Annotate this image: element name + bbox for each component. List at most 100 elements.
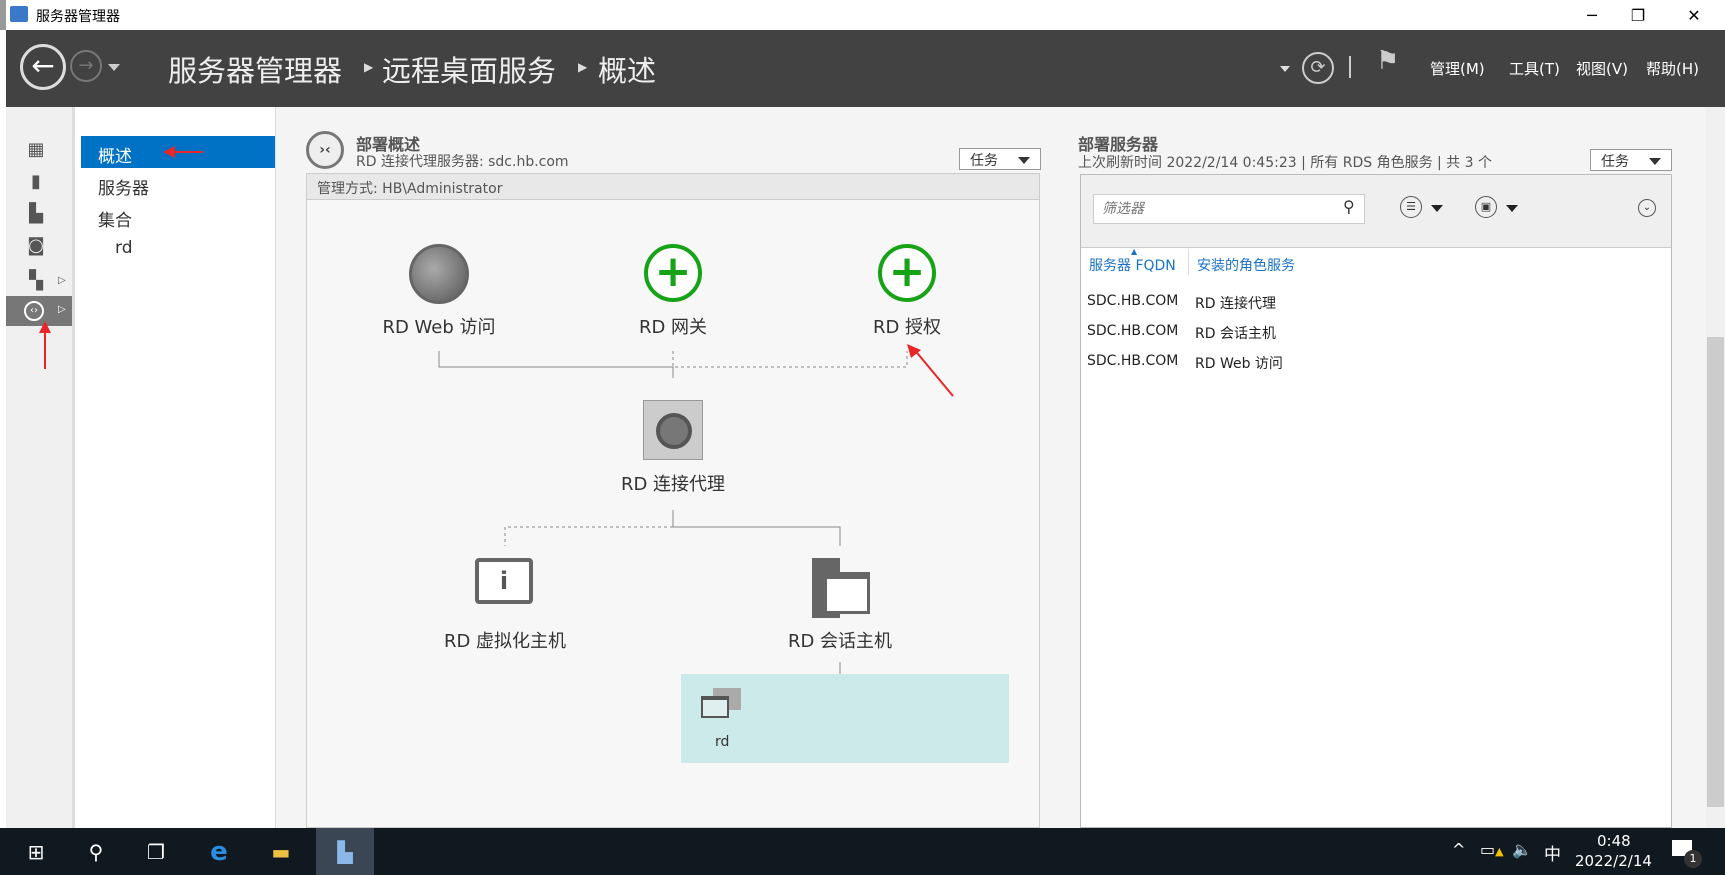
refresh-icon[interactable]: ⟳ xyxy=(1302,52,1334,84)
cell-fqdn: SDC.HB.COM xyxy=(1087,293,1179,309)
server-manager-taskbar-icon[interactable]: ▙ xyxy=(316,828,374,875)
servers-tasks-button[interactable]: 任务 xyxy=(1590,149,1672,171)
nav-label: 服务器 xyxy=(98,179,149,199)
node-rd-gateway[interactable]: RD 网关 xyxy=(573,313,773,339)
clock-time[interactable]: 0:48 xyxy=(1597,832,1631,850)
ie-icon[interactable]: e xyxy=(193,828,245,875)
window-title: 服务器管理器 xyxy=(36,9,120,25)
add-gateway-icon[interactable]: + xyxy=(644,244,702,302)
table-row[interactable]: SDC.HB.COM RD 连接代理 xyxy=(1087,293,1276,312)
tasks-label: 任务 xyxy=(970,153,998,169)
header: ← → 服务器管理器 ▶ 远程桌面服务 ▶ 概述 ⟳ ⚑ 管理(M) 工具(T)… xyxy=(6,30,1725,107)
notification-count: 1 xyxy=(1684,850,1702,868)
minimize-button[interactable]: ─ xyxy=(1569,0,1615,30)
file-explorer-icon[interactable]: ▬ xyxy=(255,828,307,875)
node-rd-session-host[interactable]: RD 会话主机 xyxy=(740,627,940,653)
title-bar: 服务器管理器 ─ ❐ ✕ xyxy=(0,0,1725,30)
close-button[interactable]: ✕ xyxy=(1671,0,1717,30)
breadcrumb-server-manager[interactable]: 服务器管理器 xyxy=(168,48,342,90)
breadcrumb-overview: 概述 xyxy=(598,54,657,88)
flag-icon[interactable]: ⚑ xyxy=(1376,46,1399,76)
cell-fqdn: SDC.HB.COM xyxy=(1087,353,1179,369)
nav-panel: 概述 服务器 集合 rd xyxy=(75,107,276,828)
expand-icon: ▷ xyxy=(58,304,66,315)
table-row[interactable]: SDC.HB.COM RD 会话主机 xyxy=(1087,323,1276,342)
nav-label: 概述 xyxy=(98,147,132,167)
scrollbar-thumb[interactable] xyxy=(1707,337,1724,807)
column-header-fqdn[interactable]: 服务器 FQDN xyxy=(1089,255,1176,275)
servers-subtitle: 上次刷新时间 2022/2/14 0:45:23 | 所有 RDS 角色服务 |… xyxy=(1078,155,1492,171)
list-view-icon[interactable]: ☰ xyxy=(1400,196,1422,218)
node-rd-licensing[interactable]: RD 授权 xyxy=(807,313,1007,339)
globe-icon[interactable] xyxy=(409,244,469,304)
menu-view[interactable]: 视图(V) xyxy=(1576,58,1628,79)
breadcrumb-separator: ▶ xyxy=(364,60,374,74)
table-row[interactable]: SDC.HB.COM RD Web 访问 xyxy=(1087,353,1283,372)
annotation-arrow xyxy=(44,329,46,369)
annotation-arrow-head xyxy=(39,321,51,333)
tray-overflow-icon[interactable]: ^ xyxy=(1452,840,1465,859)
cell-role: RD 会话主机 xyxy=(1195,326,1276,342)
all-servers-icon[interactable]: ▙ xyxy=(24,203,48,224)
annotation-arrow xyxy=(173,151,203,153)
ime-indicator[interactable]: 中 xyxy=(1544,840,1561,865)
collection-name: rd xyxy=(715,734,730,750)
dashboard-icon[interactable]: ▦ xyxy=(24,139,48,160)
expand-icon[interactable]: ▷ xyxy=(58,275,66,286)
breadcrumb-separator: ▶ xyxy=(578,60,588,74)
node-rd-broker[interactable]: RD 连接代理 xyxy=(573,470,773,496)
menu-manage[interactable]: 管理(M) xyxy=(1430,58,1485,79)
cell-role: RD 连接代理 xyxy=(1195,296,1276,312)
node-rd-virtualization[interactable]: RD 虚拟化主机 xyxy=(405,627,605,653)
local-server-icon[interactable]: ▮ xyxy=(24,171,48,192)
scrollbar[interactable] xyxy=(1706,107,1725,828)
deployment-diagram: 管理方式: HB\Administrator RD Web 访问 + RD 网关… xyxy=(306,173,1040,828)
session-host-icon[interactable] xyxy=(812,558,870,618)
connection-broker-icon[interactable] xyxy=(643,400,703,460)
column-header-roles[interactable]: 安装的角色服务 xyxy=(1197,255,1295,275)
menu-tools[interactable]: 工具(T) xyxy=(1509,58,1560,79)
taskbar: ⊞ ⚲ ❐ e ▬ ▙ ^ ▭▲ 🔈 中 0:48 2022/2/14 1 xyxy=(0,828,1725,875)
dropdown-icon[interactable] xyxy=(1280,66,1290,77)
nav-item-overview[interactable]: 概述 xyxy=(81,136,275,168)
annotation-arrow xyxy=(907,344,954,397)
history-dropdown-icon[interactable] xyxy=(108,64,120,77)
clock-date[interactable]: 2022/2/14 xyxy=(1575,852,1652,870)
forward-button[interactable]: → xyxy=(70,50,102,82)
expand-chevron-icon[interactable]: ⌄ xyxy=(1638,199,1656,217)
search-icon[interactable]: ⚲ xyxy=(70,828,122,875)
search-icon[interactable]: ⚲ xyxy=(1343,197,1355,216)
volume-icon[interactable]: 🔈 xyxy=(1512,840,1532,859)
save-query-dropdown-icon[interactable] xyxy=(1506,205,1518,218)
file-services-icon[interactable]: ◙ xyxy=(24,235,48,256)
menu-help[interactable]: 帮助(H) xyxy=(1646,58,1699,79)
sort-indicator-icon: ▲ xyxy=(1131,247,1138,256)
rds-icon: ‹› xyxy=(24,301,44,321)
back-button[interactable]: ← xyxy=(20,44,66,90)
servers-table: ⚲ ☰ ▣ ⌄ 服务器 FQDN ▲ 安装的角色服务 SDC.HB.COM RD … xyxy=(1080,174,1672,828)
filter-input[interactable] xyxy=(1093,194,1365,224)
list-view-dropdown-icon[interactable] xyxy=(1431,205,1443,218)
storage-icon[interactable]: ▚ xyxy=(24,270,48,291)
collection-tile[interactable]: rd xyxy=(681,674,1009,763)
nav-item-servers[interactable]: 服务器 xyxy=(81,168,275,200)
breadcrumb-rds[interactable]: 远程桌面服务 xyxy=(382,48,556,90)
node-rd-web[interactable]: RD Web 访问 xyxy=(339,313,539,339)
start-icon[interactable]: ⊞ xyxy=(10,828,62,875)
divider xyxy=(1349,56,1351,78)
task-view-icon[interactable]: ❐ xyxy=(130,828,182,875)
cell-role: RD Web 访问 xyxy=(1195,356,1283,372)
nav-item-collection-rd[interactable]: rd xyxy=(81,232,275,264)
restore-button[interactable]: ❐ xyxy=(1615,0,1661,30)
overview-subtitle: RD 连接代理服务器: sdc.hb.com xyxy=(356,154,569,170)
save-query-icon[interactable]: ▣ xyxy=(1475,196,1497,218)
add-licensing-icon[interactable]: + xyxy=(878,244,936,302)
nav-item-collections[interactable]: 集合 xyxy=(81,200,275,232)
network-warning-icon[interactable]: ▭▲ xyxy=(1480,840,1504,859)
virtualization-host-icon[interactable]: i xyxy=(475,558,533,604)
cell-fqdn: SDC.HB.COM xyxy=(1087,323,1179,339)
role-strip: ▦ ▮ ▙ ◙ ▚ ▷ ‹› ▷ xyxy=(6,107,75,828)
collection-icon xyxy=(701,688,741,720)
overview-tasks-button[interactable]: 任务 xyxy=(959,148,1041,170)
nav-label: rd xyxy=(115,238,133,258)
